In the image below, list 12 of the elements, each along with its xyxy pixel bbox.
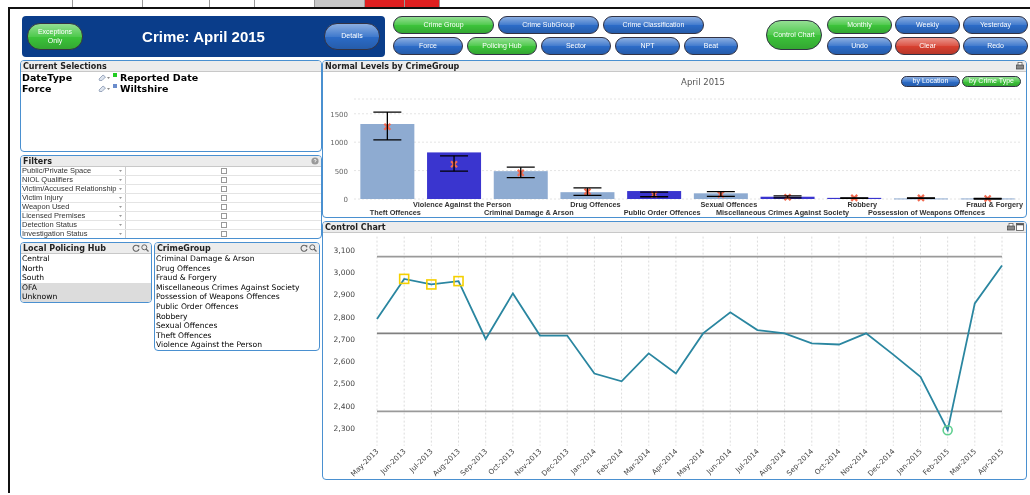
selection-value: Reported Date xyxy=(120,72,199,83)
panel-title: Local Policing Hub xyxy=(23,243,106,253)
panel-title: Current Selections xyxy=(23,61,107,71)
panel-title: CrimeGroup xyxy=(157,243,211,253)
panel-title: Normal Levels by CrimeGroup xyxy=(325,61,460,71)
selection-value: Wiltshire xyxy=(120,83,169,94)
chart-title: April 2015 xyxy=(681,77,725,87)
dashboard-title: Crime: April 2015 xyxy=(142,28,265,45)
selection-field: DateType xyxy=(22,72,98,83)
selection-field: Force xyxy=(22,83,98,94)
panel-title: Filters xyxy=(23,156,52,166)
panel-title: Control Chart xyxy=(325,222,386,232)
